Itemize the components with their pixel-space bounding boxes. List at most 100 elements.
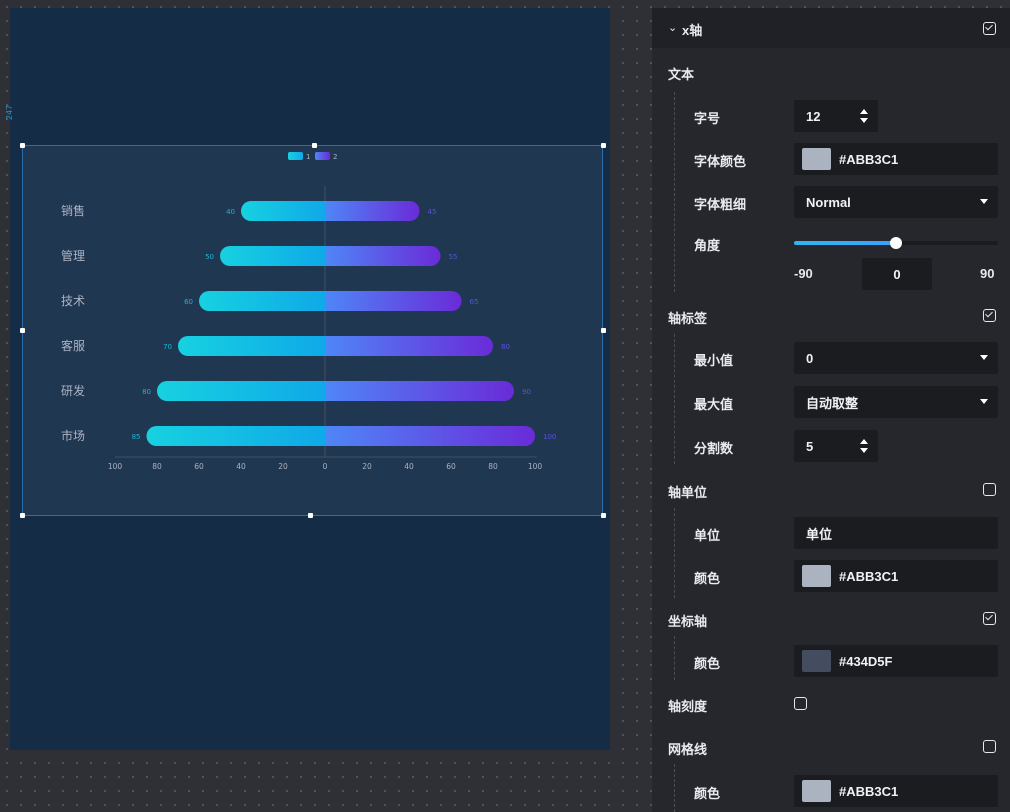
- font-size-stepper[interactable]: 12: [794, 100, 878, 132]
- section-guide-line: [674, 636, 675, 680]
- bar-series-2: [325, 336, 493, 356]
- x-tick-label: 80: [488, 462, 498, 471]
- axis-line-color-picker[interactable]: #434D5F: [794, 645, 998, 677]
- category-label: 市场: [61, 428, 85, 443]
- section-guide-line: [674, 92, 675, 292]
- axis-label-checkbox[interactable]: [983, 309, 996, 322]
- data-label-series-1: 80: [142, 388, 151, 396]
- resize-handle-sw[interactable]: [20, 513, 25, 518]
- resize-handle-n[interactable]: [312, 143, 317, 148]
- angle-max-value: 90: [980, 266, 995, 281]
- chevron-down-icon: [980, 355, 988, 360]
- unit-color-picker[interactable]: #ABB3C1: [794, 560, 998, 592]
- font-color-label: 字体颜色: [694, 154, 747, 169]
- resize-handle-e[interactable]: [601, 328, 606, 333]
- resize-handle-nw[interactable]: [20, 143, 25, 148]
- editor-canvas[interactable]: 247 1 2 100 80 60 40 20 0 20 40 60 80 100 销售 40 45 管理 5…: [0, 0, 652, 812]
- xaxis-section-header[interactable]: ⌄ x轴: [652, 8, 1010, 48]
- bar-series-2: [325, 426, 535, 446]
- unit-input[interactable]: 单位: [794, 517, 998, 549]
- grid-checkbox[interactable]: [983, 740, 996, 753]
- font-size-label: 字号: [694, 111, 721, 126]
- bar-series-1: [241, 201, 325, 221]
- unit-color-value: #ABB3C1: [839, 568, 899, 584]
- unit-value: 单位: [806, 526, 833, 542]
- resize-handle-ne[interactable]: [601, 143, 606, 148]
- data-label-series-2: 80: [501, 343, 510, 351]
- angle-slider-thumb[interactable]: [890, 237, 902, 249]
- bar-series-1: [157, 381, 325, 401]
- data-label-series-1: 50: [205, 253, 214, 261]
- category-label: 销售: [61, 203, 85, 218]
- axis-line-section-title: 坐标轴: [668, 614, 708, 629]
- unit-color-label: 颜色: [694, 571, 721, 586]
- category-label: 管理: [61, 248, 85, 263]
- grid-color-picker[interactable]: #ABB3C1: [794, 775, 998, 807]
- legend-swatch-series-2: [315, 152, 330, 160]
- data-label-series-1: 60: [184, 298, 193, 306]
- angle-input[interactable]: 0: [862, 258, 932, 290]
- x-tick-label: 100: [528, 462, 543, 471]
- font-color-swatch[interactable]: [802, 148, 831, 170]
- x-tick-label: 20: [278, 462, 288, 471]
- grid-color-swatch[interactable]: [802, 780, 831, 802]
- section-guide-line: [674, 764, 675, 812]
- xaxis-enable-checkbox[interactable]: [983, 22, 996, 35]
- diverging-bar-chart: 1 2 100 80 60 40 20 0 20 40 60 80 100 销售 40 45 管理 50 55 技…: [61, 152, 556, 471]
- max-value-select[interactable]: 自动取整: [794, 386, 998, 418]
- bar-series-1: [178, 336, 325, 356]
- max-value-value: 自动取整: [806, 395, 859, 411]
- chevron-down-icon[interactable]: ⌄: [668, 21, 677, 34]
- data-label-series-1: 40: [226, 208, 235, 216]
- bar-series-1: [220, 246, 325, 266]
- property-panel: ⌄ x轴 文本 字号 12 字体颜色 #ABB3C1 字体粗细 Normal 角…: [652, 8, 1010, 812]
- chevron-down-icon: [980, 399, 988, 404]
- chart-component[interactable]: 1 2 100 80 60 40 20 0 20 40 60 80 100 销售 40 45 管理 50 55 技…: [22, 145, 603, 516]
- category-label: 客服: [61, 338, 85, 353]
- grid-color-value: #ABB3C1: [839, 783, 899, 799]
- font-weight-select[interactable]: Normal: [794, 186, 998, 218]
- xaxis-section-title: x轴: [682, 23, 703, 38]
- font-weight-value: Normal: [806, 194, 851, 210]
- data-label-series-2: 90: [522, 388, 531, 396]
- legend-label-series-1: 1: [306, 153, 310, 161]
- resize-handle-s[interactable]: [308, 513, 313, 518]
- x-tick-label: 60: [446, 462, 456, 471]
- stepper-arrows-icon[interactable]: [860, 108, 868, 124]
- resize-handle-w[interactable]: [20, 328, 25, 333]
- split-count-value: 5: [806, 438, 814, 454]
- bar-series-2: [325, 201, 420, 221]
- legend-swatch-series-1: [288, 152, 303, 160]
- split-count-stepper[interactable]: 5: [794, 430, 878, 462]
- section-guide-line: [674, 508, 675, 598]
- font-color-value: #ABB3C1: [839, 151, 899, 167]
- axis-unit-section-title: 轴单位: [668, 485, 708, 500]
- data-label-series-1: 85: [132, 433, 141, 441]
- data-label-series-1: 70: [163, 343, 172, 351]
- category-label: 研发: [61, 383, 85, 398]
- resize-handle-se[interactable]: [601, 513, 606, 518]
- angle-slider-track[interactable]: [794, 237, 998, 249]
- unit-label: 单位: [694, 528, 721, 543]
- min-value-value: 0: [806, 350, 814, 366]
- unit-color-swatch[interactable]: [802, 565, 831, 587]
- data-label-series-2: 55: [449, 253, 458, 261]
- grid-color-label: 颜色: [694, 786, 721, 801]
- bar-series-2: [325, 381, 514, 401]
- min-value-select[interactable]: 0: [794, 342, 998, 374]
- data-label-series-2: 65: [470, 298, 479, 306]
- axis-line-color-swatch[interactable]: [802, 650, 831, 672]
- stepper-arrows-icon[interactable]: [860, 438, 868, 454]
- font-color-picker[interactable]: #ABB3C1: [794, 143, 998, 175]
- axis-line-checkbox[interactable]: [983, 612, 996, 625]
- x-tick-label: 0: [323, 462, 328, 471]
- axis-tick-checkbox[interactable]: [794, 697, 807, 710]
- font-size-value: 12: [806, 108, 821, 124]
- font-weight-label: 字体粗细: [694, 197, 747, 212]
- x-tick-label: 40: [404, 462, 414, 471]
- axis-unit-checkbox[interactable]: [983, 483, 996, 496]
- ruler-coordinate-mark: 247: [5, 104, 15, 121]
- x-tick-label: 20: [362, 462, 372, 471]
- angle-slider-fill: [794, 241, 896, 245]
- angle-value: 0: [893, 266, 901, 282]
